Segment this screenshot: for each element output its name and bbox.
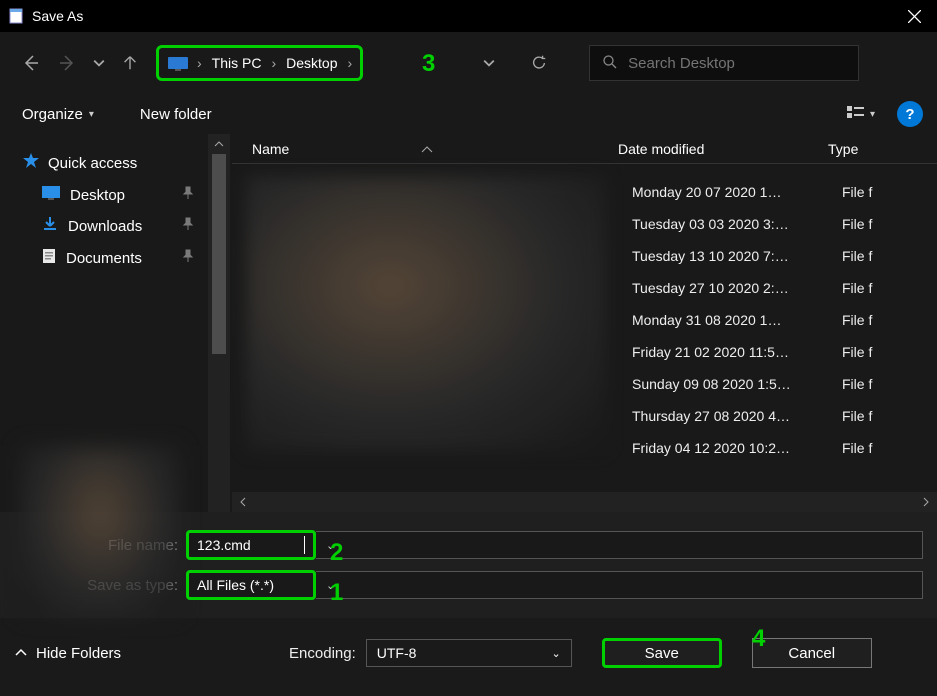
save-type-value: All Files (*.*) [197,577,305,593]
desktop-icon [42,186,60,204]
downloads-icon [42,216,58,236]
organize-label: Organize [22,106,83,123]
file-date[interactable]: Friday 21 02 2020 11:5… [624,336,834,368]
new-folder-label: New folder [140,106,212,123]
forward-button[interactable] [52,47,84,79]
pin-icon [182,217,194,235]
breadcrumb[interactable]: › This PC › Desktop › [156,45,363,81]
annotation-1: 1 [330,579,343,607]
file-name-combo-rest[interactable]: ⌄ [316,531,923,559]
file-type[interactable]: File f [834,304,937,336]
window-title: Save As [32,8,83,24]
encoding-value: UTF-8 [377,645,417,661]
sidebar-scrollbar[interactable] [208,134,230,512]
save-button[interactable]: Save [602,638,722,668]
main-area: Quick access Desktop Downloads Documents [0,134,937,512]
file-date[interactable]: Friday 04 12 2020 10:2… [624,432,834,464]
file-type[interactable]: File f [834,400,937,432]
file-type[interactable]: File f [834,432,937,464]
search-icon [602,54,618,73]
search-box[interactable] [589,45,859,81]
view-button[interactable]: ▾ [842,101,879,127]
type-column-values: File f File f File f File f File f File … [834,164,937,492]
file-type[interactable]: File f [834,336,937,368]
sidebar: Quick access Desktop Downloads Documents [0,134,232,512]
quick-access-header[interactable]: Quick access [0,146,208,180]
file-type[interactable]: File f [834,240,937,272]
organize-button[interactable]: Organize▾ [14,102,102,127]
back-button[interactable] [14,47,46,79]
sort-indicator-icon [402,141,452,157]
file-name-value: 123.cmd [197,537,304,553]
pin-icon [182,249,194,267]
annotation-2: 2 [330,539,343,567]
sidebar-item-label: Desktop [70,187,125,204]
chevron-right-icon: › [197,55,202,71]
sidebar-item-label: Documents [66,250,142,267]
cancel-button[interactable]: Cancel [752,638,872,668]
close-button[interactable] [892,0,937,32]
scroll-thumb[interactable] [212,154,226,354]
file-type[interactable]: File f [834,368,937,400]
save-type-combo-rest[interactable]: ⌄ [316,571,923,599]
file-date[interactable]: Sunday 09 08 2020 1:5… [624,368,834,400]
chevron-right-icon: › [271,55,276,71]
sidebar-item-label: Downloads [68,218,142,235]
annotation-3: 3 [422,50,435,78]
file-date[interactable]: Tuesday 13 10 2020 7:… [624,240,834,272]
sidebar-item-downloads[interactable]: Downloads [0,210,208,242]
file-date[interactable]: Tuesday 03 03 2020 3:… [624,208,834,240]
sidebar-item-desktop[interactable]: Desktop [0,180,208,210]
encoding-label: Encoding: [289,645,356,662]
breadcrumb-this-pc[interactable]: This PC [212,55,262,71]
file-date[interactable]: Thursday 27 08 2020 4… [624,400,834,432]
scroll-right-icon[interactable] [915,497,937,507]
file-list: Name Date modified Type Monday 20 07 202… [232,134,937,512]
save-type-combo[interactable]: All Files (*.*) [186,570,316,600]
chevron-up-icon [14,645,28,662]
help-button[interactable]: ? [897,101,923,127]
notepad-icon [8,8,24,24]
up-button[interactable] [114,47,146,79]
blurred-region [20,446,180,616]
recent-locations-button[interactable] [90,47,108,79]
file-date[interactable]: Monday 31 08 2020 1… [624,304,834,336]
file-name-input[interactable]: 123.cmd [186,530,316,560]
new-folder-button[interactable]: New folder [132,102,220,127]
breadcrumb-desktop[interactable]: Desktop [286,55,337,71]
blurred-region [246,176,606,451]
sidebar-item-documents[interactable]: Documents [0,242,208,274]
chevron-right-icon: › [348,55,353,71]
refresh-button[interactable] [519,47,559,79]
column-type[interactable]: Type [820,141,937,157]
hide-folders-label: Hide Folders [36,645,121,662]
file-date[interactable]: Monday 20 07 2020 1… [624,176,834,208]
hide-folders-button[interactable]: Hide Folders [14,645,121,662]
toolbar: Organize▾ New folder ▾ ? [0,94,937,134]
date-column-values: Monday 20 07 2020 1… Tuesday 03 03 2020 … [624,164,834,492]
file-type[interactable]: File f [834,208,937,240]
documents-icon [42,248,56,268]
file-type[interactable]: File f [834,272,937,304]
file-date[interactable]: Tuesday 27 10 2020 2:… [624,272,834,304]
star-icon [22,152,40,174]
address-dropdown-button[interactable] [469,47,509,79]
encoding-combo[interactable]: UTF-8 ⌄ [366,639,572,667]
pc-icon [167,56,187,70]
scroll-left-icon[interactable] [232,497,254,507]
file-type[interactable]: File f [834,176,937,208]
search-input[interactable] [628,55,846,72]
quick-access-label: Quick access [48,155,137,172]
horizontal-scrollbar[interactable] [232,492,937,512]
column-date[interactable]: Date modified [610,141,820,157]
navbar: › This PC › Desktop › [0,32,937,94]
footer: Hide Folders Encoding: UTF-8 ⌄ Save Canc… [0,618,937,678]
pin-icon [182,186,194,204]
annotation-4: 4 [752,625,765,653]
column-headers: Name Date modified Type [232,134,937,164]
scroll-up-icon[interactable] [208,134,230,154]
titlebar: Save As [0,0,937,32]
